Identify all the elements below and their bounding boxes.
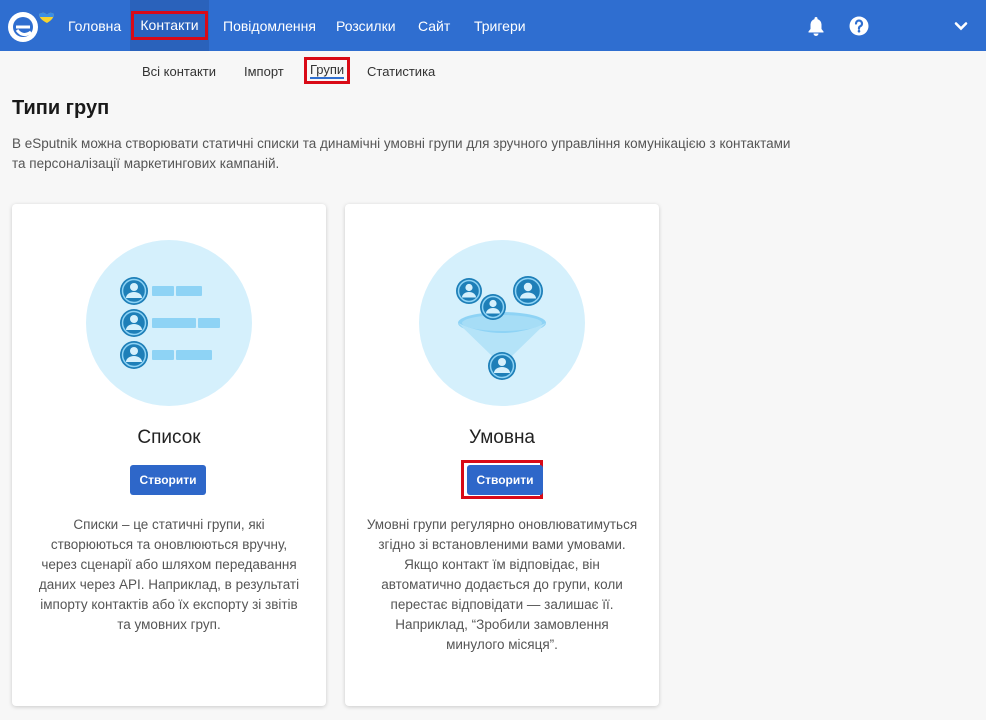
subnav-import[interactable]: Імпорт: [244, 60, 284, 82]
chevron-down-icon: [954, 21, 968, 30]
nav-item-site[interactable]: Сайт: [418, 0, 450, 51]
contact-list-icon: [86, 240, 252, 406]
esputnik-logo[interactable]: [6, 8, 54, 44]
nav-item-label: Тригери: [474, 17, 526, 34]
nav-item-campaigns[interactable]: Розсилки: [336, 0, 396, 51]
nav-item-home[interactable]: Головна: [68, 0, 121, 51]
create-conditional-button[interactable]: Створити: [467, 465, 543, 495]
notifications-button[interactable]: [804, 0, 828, 51]
nav-item-label: Головна: [68, 17, 122, 34]
subnav-label: Імпорт: [244, 63, 284, 79]
help-icon: [849, 16, 869, 35]
bell-icon: [808, 16, 824, 36]
create-list-button[interactable]: Створити: [130, 465, 206, 495]
list-illustration: [86, 240, 252, 406]
card-description: Списки – це статичні групи, які створюют…: [38, 517, 300, 632]
conditional-illustration: [419, 240, 585, 406]
nav-item-label: Повідомлення: [223, 17, 316, 34]
card-title: Умовна: [469, 427, 535, 448]
logo-icon: [8, 12, 54, 42]
card-title: Список: [137, 427, 201, 448]
nav-item-messages[interactable]: Повідомлення: [223, 0, 316, 51]
group-type-card-conditional: Умовна Створити Умовні групи регулярно о…: [345, 204, 659, 706]
subnav-all-contacts[interactable]: Всі контакти: [142, 60, 216, 82]
help-button[interactable]: [848, 0, 870, 51]
group-type-card-list: Список Створити Списки – це статичні гру…: [12, 204, 326, 706]
nav-item-triggers[interactable]: Тригери: [474, 0, 526, 51]
subnav-label: Статистика: [367, 63, 436, 79]
nav-item-contacts[interactable]: Контакти: [130, 0, 209, 51]
subnav-label: Всі контакти: [142, 63, 217, 79]
nav-item-label: Розсилки: [336, 17, 396, 34]
top-navbar: Головна Контакти Повідомлення Розсилки С…: [0, 0, 986, 51]
card-description: Умовні групи регулярно оновлюватимуться …: [366, 517, 638, 652]
subnav-label: Групи: [310, 62, 345, 79]
nav-item-label: Контакти: [131, 11, 208, 40]
create-button-highlight: Створити: [461, 460, 543, 499]
subnav-statistics[interactable]: Статистика: [367, 60, 435, 82]
page-intro: В eSputnik можна створювати статичні спи…: [12, 136, 791, 171]
account-menu-button[interactable]: [952, 0, 970, 51]
subnav-groups[interactable]: Групи: [304, 57, 351, 84]
nav-item-label: Сайт: [418, 17, 451, 34]
funnel-filter-icon: [419, 240, 585, 406]
page-title: Типи груп: [12, 97, 110, 119]
